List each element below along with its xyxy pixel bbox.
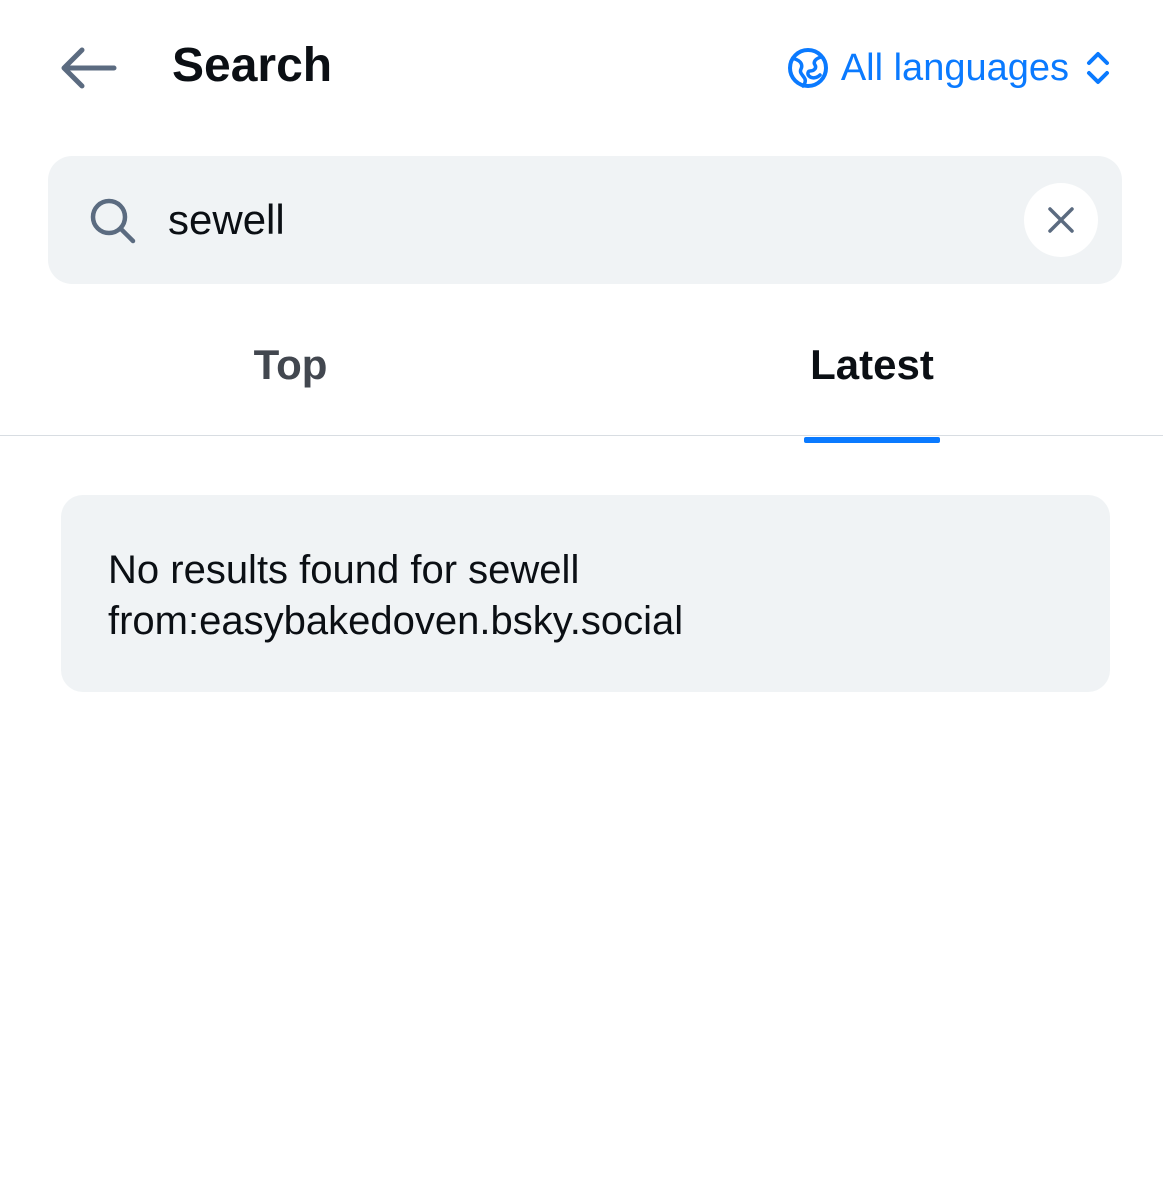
search-bar[interactable] xyxy=(48,156,1122,284)
tab-bar: Top Latest xyxy=(0,310,1163,443)
tab-latest-wrap: Latest xyxy=(804,302,940,443)
globe-icon xyxy=(787,48,828,88)
empty-results-card: No results found for sewell from:easybak… xyxy=(61,495,1110,692)
tab-latest-label: Latest xyxy=(810,340,934,388)
tab-top-wrap: Top xyxy=(248,302,334,427)
tab-top[interactable]: Top xyxy=(0,310,581,435)
header: Search All languages xyxy=(0,0,1163,135)
search-input[interactable] xyxy=(168,190,988,250)
arrow-left-icon xyxy=(61,47,117,89)
active-tab-indicator xyxy=(804,437,940,443)
clear-search-button[interactable] xyxy=(1024,183,1098,257)
language-selector[interactable]: All languages xyxy=(787,40,1115,96)
tab-top-label: Top xyxy=(253,340,328,388)
chevron-up-down-icon xyxy=(1087,52,1109,84)
back-button[interactable] xyxy=(48,30,128,106)
language-label: All languages xyxy=(840,47,1069,89)
close-icon xyxy=(1048,207,1074,233)
tab-latest[interactable]: Latest xyxy=(581,310,1163,443)
empty-results-message: No results found for sewell from:easybak… xyxy=(108,548,684,643)
search-icon xyxy=(90,198,136,244)
page-title: Search xyxy=(172,39,333,92)
